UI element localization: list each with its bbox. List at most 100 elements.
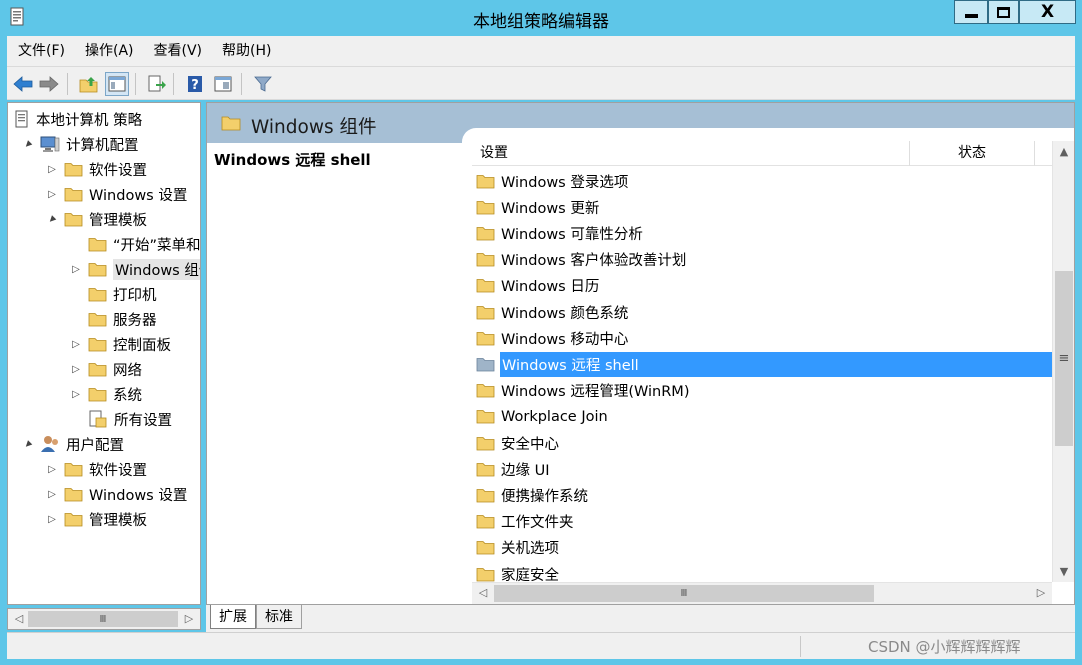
tab-standard[interactable]: 标准 — [256, 605, 302, 629]
filter-button[interactable] — [251, 72, 275, 96]
list-item-name: Windows 可靠性分析 — [501, 226, 643, 243]
tree-item-label: 服务器 — [113, 312, 157, 329]
tree-item[interactable]: ▷ 管理模板 — [46, 507, 147, 531]
tree-item[interactable]: ▷ 软件设置 — [46, 157, 147, 181]
scroll-left-arrow-icon[interactable]: ◁ — [474, 586, 492, 599]
list-item[interactable]: Windows 客户体验改善计划 — [476, 248, 1054, 272]
scroll-left-arrow-icon[interactable]: ◁ — [10, 612, 28, 625]
list-item[interactable]: 边缘 UI — [476, 457, 1054, 481]
list-item[interactable]: Windows 移动中心 — [476, 326, 1054, 350]
tree-item-label: Windows 组件 — [113, 258, 200, 280]
tree-item[interactable]: 打印机 — [70, 282, 157, 306]
collapsed-arrow-icon[interactable]: ▷ — [70, 339, 82, 350]
list-item[interactable]: 便携操作系统 — [476, 483, 1054, 507]
list-item[interactable]: Windows 远程管理(WinRM) — [476, 379, 1054, 403]
close-button[interactable]: X — [1019, 0, 1076, 24]
tree-item[interactable]: ▷ Windows 设置 — [46, 482, 187, 506]
tree-item[interactable]: ▷ Windows 组件 — [70, 257, 200, 281]
folder-icon — [88, 262, 107, 277]
tree-item-label: 本地计算机 策略 — [36, 112, 143, 129]
settings-list[interactable]: 设置 状态 Windows 登录选项 Windows 更新 Windows 可靠性分… — [472, 141, 1074, 604]
scroll-down-arrow-icon[interactable]: ▼ — [1055, 565, 1073, 578]
folder-icon — [88, 362, 107, 377]
list-vertical-scrollbar[interactable]: ▲ ≡ ▼ — [1052, 141, 1074, 582]
list-scroll-thumb[interactable]: ≡ — [1055, 271, 1073, 446]
collapsed-arrow-icon[interactable]: ▷ — [46, 464, 58, 475]
export-list-button[interactable] — [145, 72, 169, 96]
console-tree[interactable]: 本地计算机 策略 ▲ 计算机配置 ▷ 软件设置 ▷ Windows 设置 ▲ 管理模板 “开始”菜… — [7, 102, 201, 605]
details-pane: Windows 组件 Windows 远程 shell 设置 状态 Window… — [206, 102, 1075, 605]
collapsed-arrow-icon[interactable]: ▷ — [46, 189, 58, 200]
collapsed-arrow-icon[interactable]: ▷ — [46, 489, 58, 500]
forward-button[interactable] — [37, 72, 61, 96]
tree-item[interactable]: ▷ 网络 — [70, 357, 142, 381]
collapsed-arrow-icon[interactable]: ▷ — [46, 514, 58, 525]
tree-item[interactable]: ▷ 软件设置 — [46, 457, 147, 481]
tree-item[interactable]: 所有设置 — [70, 407, 172, 431]
list-item[interactable]: Windows 更新 — [476, 195, 1054, 219]
list-item[interactable]: 安全中心 — [476, 431, 1054, 455]
column-header-bar: 设置 状态 — [472, 141, 1052, 166]
tree-item[interactable]: 本地计算机 策略 — [14, 107, 142, 131]
tab-extended[interactable]: 扩展 — [210, 605, 256, 629]
list-hscroll-thumb[interactable]: Ⅲ — [494, 585, 874, 602]
tree-horizontal-scrollbar[interactable]: ◁ Ⅲ ▷ — [7, 608, 201, 630]
minimize-icon — [964, 14, 978, 18]
menu-file[interactable]: 文件(F) — [7, 36, 75, 66]
scroll-right-arrow-icon[interactable]: ▷ — [1032, 586, 1050, 599]
list-item-name: Windows 登录选项 — [501, 174, 629, 191]
list-item[interactable]: 关机选项 — [476, 536, 1054, 560]
folder-icon — [476, 331, 495, 346]
scroll-grip-icon: Ⅲ — [680, 588, 688, 599]
expanded-arrow-icon[interactable]: ▲ — [21, 137, 34, 150]
list-item-name: Windows 远程 shell — [500, 351, 1054, 377]
list-item[interactable]: Windows 颜色系统 — [476, 300, 1054, 324]
maximize-icon — [997, 6, 1010, 18]
folder-icon — [476, 409, 495, 424]
list-item[interactable]: Workplace Join — [476, 405, 1054, 429]
scroll-up-arrow-icon[interactable]: ▲ — [1055, 145, 1073, 158]
tree-item[interactable]: ▲ 用户配置 — [22, 432, 124, 456]
expanded-arrow-icon[interactable]: ▲ — [21, 437, 34, 450]
tree-item[interactable]: ▷ Windows 设置 — [46, 182, 187, 206]
menu-help[interactable]: 帮助(H) — [212, 36, 281, 66]
tree-item[interactable]: ▲ 管理模板 — [46, 207, 147, 231]
collapsed-arrow-icon[interactable]: ▷ — [70, 389, 82, 400]
menu-action[interactable]: 操作(A) — [75, 36, 144, 66]
column-header-setting[interactable]: 设置 — [480, 141, 508, 166]
column-divider[interactable] — [1034, 141, 1035, 166]
folder-icon — [476, 252, 495, 267]
folder-icon — [476, 488, 495, 503]
up-one-level-button[interactable] — [77, 72, 101, 96]
extended-view-button[interactable] — [211, 72, 235, 96]
tree-item[interactable]: ▷ 系统 — [70, 382, 142, 406]
tree-item[interactable]: ▲ 计算机配置 — [22, 132, 139, 156]
tree-item[interactable]: ▷ 控制面板 — [70, 332, 171, 356]
folder-icon — [476, 567, 495, 582]
toolbar-separator — [241, 73, 242, 95]
help-button[interactable]: ? — [183, 72, 207, 96]
list-item[interactable]: Windows 日历 — [476, 274, 1054, 298]
collapsed-arrow-icon[interactable]: ▷ — [46, 164, 58, 175]
folder-icon — [64, 512, 83, 527]
maximize-button[interactable] — [988, 0, 1019, 24]
scroll-right-arrow-icon[interactable]: ▷ — [180, 612, 198, 625]
show-hide-tree-button[interactable] — [105, 72, 129, 96]
menu-view[interactable]: 查看(V) — [144, 36, 213, 66]
folder-icon — [88, 337, 107, 352]
list-item[interactable]: 工作文件夹 — [476, 510, 1054, 534]
minimize-button[interactable] — [954, 0, 988, 24]
expanded-arrow-icon[interactable]: ▲ — [45, 212, 58, 225]
column-header-state[interactable]: 状态 — [958, 141, 986, 166]
collapsed-arrow-icon[interactable]: ▷ — [70, 364, 82, 375]
tree-item[interactable]: 服务器 — [70, 307, 157, 331]
list-horizontal-scrollbar[interactable]: ◁ Ⅲ ▷ — [472, 582, 1052, 604]
tree-scroll-thumb[interactable]: Ⅲ — [28, 611, 178, 627]
list-item[interactable]: Windows 远程 shell — [476, 351, 1054, 377]
collapsed-arrow-icon[interactable]: ▷ — [70, 264, 82, 275]
column-divider[interactable] — [909, 141, 910, 166]
list-item[interactable]: Windows 登录选项 — [476, 169, 1054, 193]
list-item[interactable]: Windows 可靠性分析 — [476, 221, 1054, 245]
back-button[interactable] — [11, 72, 35, 96]
tree-item[interactable]: “开始”菜单和 — [70, 232, 200, 256]
